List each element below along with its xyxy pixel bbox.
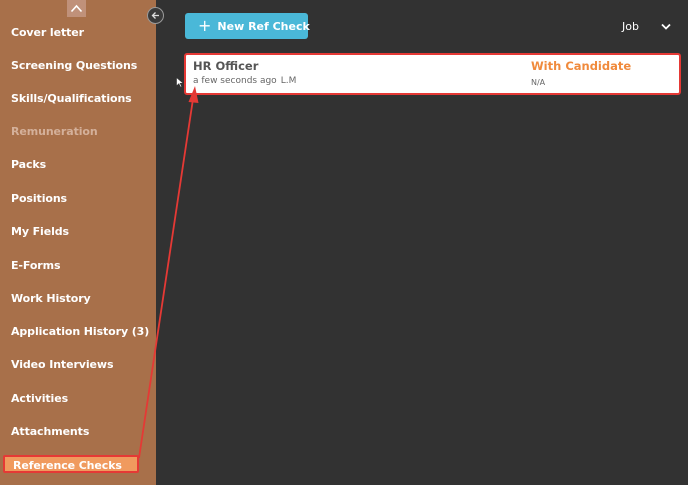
app-window: Cover letter Screening Questions Skills/… [0, 0, 688, 485]
filter-select[interactable]: Job [622, 17, 686, 35]
sidebar-item-application-history[interactable]: Application History (3) [11, 325, 149, 338]
ref-check-card[interactable]: HR Officer a few seconds ago L.M With Can… [184, 53, 681, 95]
sidebar-item-video-interviews[interactable]: Video Interviews [11, 358, 113, 371]
sidebar-item-attachments[interactable]: Attachments [11, 425, 89, 438]
arrow-left-icon [151, 12, 159, 19]
cursor-icon [176, 77, 184, 88]
sidebar-item-positions[interactable]: Positions [11, 192, 67, 205]
sidebar-item-e-forms[interactable]: E-Forms [11, 259, 61, 272]
ref-check-initials: L.M [280, 76, 297, 86]
chevron-up-icon [70, 4, 83, 13]
collapse-sidebar-button[interactable] [147, 7, 164, 24]
sidebar-scroll-up-button[interactable] [67, 0, 86, 17]
sidebar-item-cover-letter[interactable]: Cover letter [11, 26, 84, 39]
sidebar-item-my-fields[interactable]: My Fields [11, 225, 69, 238]
ref-check-time: a few seconds ago [193, 76, 277, 86]
sidebar-item-packs[interactable]: Packs [11, 158, 46, 171]
sidebar-item-work-history[interactable]: Work History [11, 292, 91, 305]
filter-select-value: Job [622, 19, 639, 33]
ref-check-title: HR Officer [193, 59, 259, 73]
sidebar-item-remuneration: Remuneration [11, 125, 98, 138]
sidebar-item-skills-qualifications[interactable]: Skills/Qualifications [11, 92, 132, 105]
new-ref-check-button[interactable]: + New Ref Check [185, 13, 310, 39]
ref-check-meta: a few seconds ago L.M [193, 76, 296, 86]
sidebar-item-reference-checks[interactable]: Reference Checks [3, 455, 139, 473]
sidebar-item-activities[interactable]: Activities [11, 392, 68, 405]
ref-check-sub-status: N/A [531, 78, 546, 87]
new-ref-check-label: New Ref Check [217, 19, 310, 33]
sidebar: Cover letter Screening Questions Skills/… [0, 0, 156, 485]
plus-icon: + [198, 16, 212, 35]
ref-check-status: With Candidate [531, 59, 632, 73]
chevron-down-icon [661, 23, 671, 30]
sidebar-item-screening-questions[interactable]: Screening Questions [11, 59, 137, 72]
